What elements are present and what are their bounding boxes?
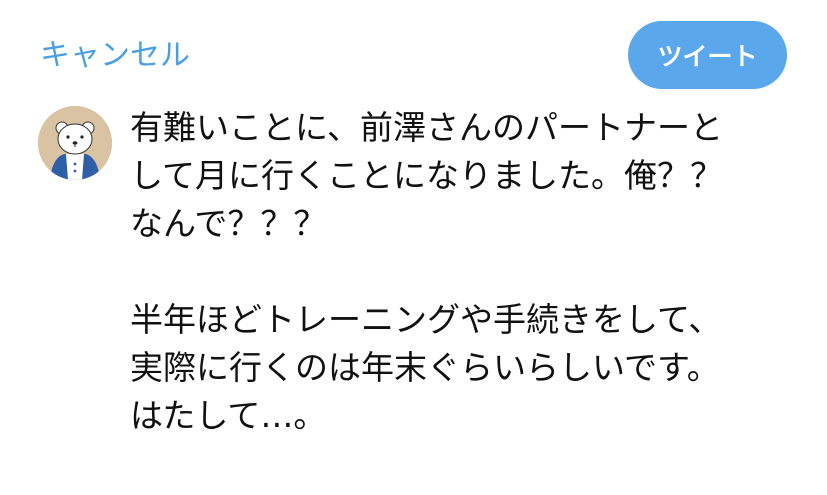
tweet-paragraph-2: 半年ほどトレーニングや手続きをして、 実際に行くのは年末ぐらいらしいです。 はた… [130,296,800,440]
cancel-button[interactable]: キャンセル [40,34,190,78]
tweet-line: 有難いことに、前澤さんのパートナーと [130,108,724,147]
tweet-line: はたして…。 [130,396,327,435]
tweet-line: 実際に行くのは年末ぐらいらしいです。 [130,348,720,387]
tweet-button[interactable]: ツイート [628,21,787,89]
tweet-line: して月に行くことになりました。俺？？ [130,156,724,195]
tweet-line: 半年ほどトレーニングや手続きをして、 [130,300,722,339]
tweet-compose-text[interactable]: 有難いことに、前澤さんのパートナーと して月に行くことになりました。俺？？ なん… [130,104,800,440]
tweet-line: なんで？？？ [130,204,327,243]
polar-bear-avatar-icon [38,106,112,180]
tweet-paragraph-1: 有難いことに、前澤さんのパートナーと して月に行くことになりました。俺？？ なん… [130,104,800,248]
avatar[interactable] [38,106,112,180]
